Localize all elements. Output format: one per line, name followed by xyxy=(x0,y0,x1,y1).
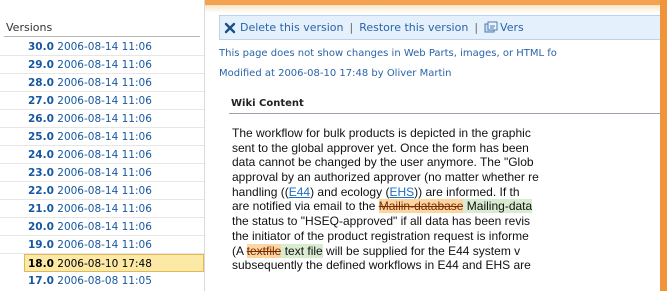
deleted-text: Mailin-database xyxy=(378,199,464,214)
version-number: 20.0 xyxy=(28,221,54,233)
version-item-29[interactable]: 29.0 2006-08-14 11:06 xyxy=(0,56,204,74)
version-number: 19.0 xyxy=(28,239,54,251)
version-toolbar: Delete this version | Restore this versi… xyxy=(219,15,660,40)
version-item-20[interactable]: 20.0 2006-08-14 11:06 xyxy=(0,218,204,236)
content-line: data cannot be changed by the user anymo… xyxy=(232,155,534,170)
version-number: 22.0 xyxy=(28,185,54,197)
e44-link[interactable]: E44 xyxy=(289,185,310,199)
right-accent-border xyxy=(660,0,667,291)
wiki-content-title: Wiki Content xyxy=(231,98,304,109)
version-date: 2006-08-14 11:06 xyxy=(57,239,152,251)
version-date: 2006-08-14 11:06 xyxy=(57,77,152,89)
version-date: 2006-08-14 11:06 xyxy=(57,131,152,143)
version-number: 30.0 xyxy=(28,41,54,53)
version-date: 2006-08-10 17:48 xyxy=(57,258,152,270)
version-item-25[interactable]: 25.0 2006-08-14 11:06 xyxy=(0,128,204,146)
version-number: 26.0 xyxy=(28,113,54,125)
delete-version-button[interactable]: Delete this version xyxy=(240,21,344,34)
changes-notice: This page does not show changes in Web P… xyxy=(219,48,557,59)
content-line: sent to the global approver yet. Once th… xyxy=(232,140,529,155)
content-line: handling ((E44) and ecology (EHS)) are i… xyxy=(232,184,520,199)
version-number: 28.0 xyxy=(28,77,54,89)
version-date: 2006-08-14 11:06 xyxy=(57,113,152,125)
wiki-content-body: The workflow for bulk products is depict… xyxy=(232,126,660,273)
version-item-28[interactable]: 28.0 2006-08-14 11:06 xyxy=(0,74,204,92)
toolbar-separator: | xyxy=(349,21,354,34)
version-item-26[interactable]: 26.0 2006-08-14 11:06 xyxy=(0,110,204,128)
version-number: 23.0 xyxy=(28,167,54,179)
version-list: 30.0 2006-08-14 11:06 29.0 2006-08-14 11… xyxy=(0,38,204,290)
version-number: 25.0 xyxy=(28,131,54,143)
version-item-24[interactable]: 24.0 2006-08-14 11:06 xyxy=(0,146,204,164)
content-line: are notified via email to the Mailin-dat… xyxy=(232,199,533,214)
content-line: the status to "HSEQ-approved" if all dat… xyxy=(232,214,531,229)
content-line: The workflow for bulk products is depict… xyxy=(232,126,531,140)
version-date: 2006-08-14 11:06 xyxy=(57,41,152,53)
restore-version-button[interactable]: Restore this version xyxy=(359,21,468,34)
version-item-21[interactable]: 21.0 2006-08-14 11:06 xyxy=(0,200,204,218)
content-line: approval by an authorized approver (no m… xyxy=(232,170,539,185)
version-item-18-selected[interactable]: 18.0 2006-08-10 17:48 xyxy=(24,254,204,272)
version-item-19[interactable]: 19.0 2006-08-14 11:06 xyxy=(0,236,204,254)
version-date: 2006-08-14 11:06 xyxy=(57,221,152,233)
version-item-30[interactable]: 30.0 2006-08-14 11:06 xyxy=(0,38,204,56)
version-date: 2006-08-14 11:06 xyxy=(57,59,152,71)
version-number: 17.0 xyxy=(28,275,54,287)
added-text: text file xyxy=(281,243,323,258)
content-line: subsequently the defined workflows in E4… xyxy=(232,258,531,273)
ehs-link[interactable]: EHS xyxy=(389,185,414,199)
wiki-content-divider xyxy=(229,113,660,114)
versions-header-divider xyxy=(4,36,200,37)
version-date: 2006-08-14 11:06 xyxy=(57,185,152,197)
version-item-23[interactable]: 23.0 2006-08-14 11:06 xyxy=(0,164,204,182)
modified-info: Modified at 2006-08-10 17:48 by Oliver M… xyxy=(219,68,452,79)
version-date: 2006-08-14 11:06 xyxy=(57,167,152,179)
content-line: (A textfile text file will be supplied f… xyxy=(232,243,521,258)
version-date: 2006-08-08 11:05 xyxy=(57,275,152,287)
versions-header: Versions xyxy=(6,21,53,34)
version-number: 27.0 xyxy=(28,95,54,107)
versions-panel: Versions 30.0 2006-08-14 11:06 29.0 2006… xyxy=(0,0,205,291)
version-item-27[interactable]: 27.0 2006-08-14 11:06 xyxy=(0,92,204,110)
version-item-17[interactable]: 17.0 2006-08-08 11:05 xyxy=(0,272,204,290)
deleted-text: textfile xyxy=(246,243,282,258)
added-text: Mailing-data xyxy=(463,199,533,214)
toolbar-separator: | xyxy=(474,21,479,34)
versions-button[interactable]: Vers xyxy=(500,21,524,34)
version-number: 24.0 xyxy=(28,149,54,161)
content-line: the initiator of the product registratio… xyxy=(232,228,529,243)
version-date: 2006-08-14 11:06 xyxy=(57,149,152,161)
version-number: 18.0 xyxy=(28,258,54,270)
delete-x-icon[interactable] xyxy=(220,22,240,34)
version-number: 29.0 xyxy=(28,59,54,71)
version-date: 2006-08-14 11:06 xyxy=(57,95,152,107)
versions-icon[interactable] xyxy=(484,21,498,34)
version-date: 2006-08-14 11:06 xyxy=(57,203,152,215)
version-content-panel: Delete this version | Restore this versi… xyxy=(219,0,660,291)
version-number: 21.0 xyxy=(28,203,54,215)
version-item-22[interactable]: 22.0 2006-08-14 11:06 xyxy=(0,182,204,200)
